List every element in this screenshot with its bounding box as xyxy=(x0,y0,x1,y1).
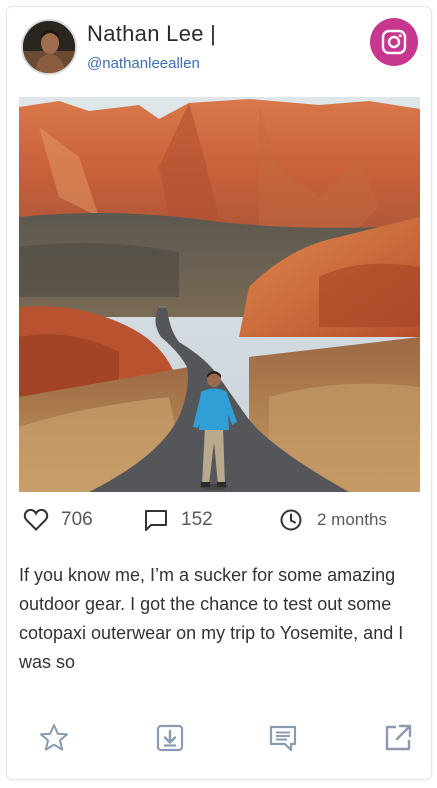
comments-count: 152 xyxy=(181,509,213,530)
download-icon xyxy=(156,724,184,752)
external-link-icon xyxy=(385,724,412,751)
profile-handle[interactable]: @nathanleeallen xyxy=(87,55,200,72)
favorite-button[interactable] xyxy=(35,719,73,757)
post-time: 2 months xyxy=(317,510,387,529)
post-stats: 706 152 2 months xyxy=(19,504,420,536)
instagram-button[interactable] xyxy=(370,18,418,66)
heart-icon xyxy=(23,508,49,531)
avatar-image xyxy=(23,21,75,73)
canyon-road-photo xyxy=(19,97,420,492)
post-card: Nathan Lee | @nathanleeallen 706 152 2 m… xyxy=(6,6,432,780)
post-caption: If you know me, I’m a sucker for some am… xyxy=(19,565,404,672)
post-actions xyxy=(19,719,420,759)
comments-stat[interactable]: 152 xyxy=(143,504,213,536)
time-stat: 2 months xyxy=(279,504,387,536)
clock-icon xyxy=(280,509,302,531)
save-button[interactable] xyxy=(151,719,189,757)
comment-button[interactable] xyxy=(264,719,302,757)
likes-count: 706 xyxy=(61,509,93,530)
open-external-button[interactable] xyxy=(379,719,417,757)
post-image[interactable] xyxy=(19,97,420,492)
profile-name[interactable]: Nathan Lee | xyxy=(87,21,216,47)
likes-stat[interactable]: 706 xyxy=(23,504,93,536)
avatar[interactable] xyxy=(21,19,77,75)
star-icon xyxy=(40,724,68,751)
instagram-icon xyxy=(381,29,407,55)
comment-icon xyxy=(269,725,297,752)
comment-bubble-icon xyxy=(145,510,167,531)
